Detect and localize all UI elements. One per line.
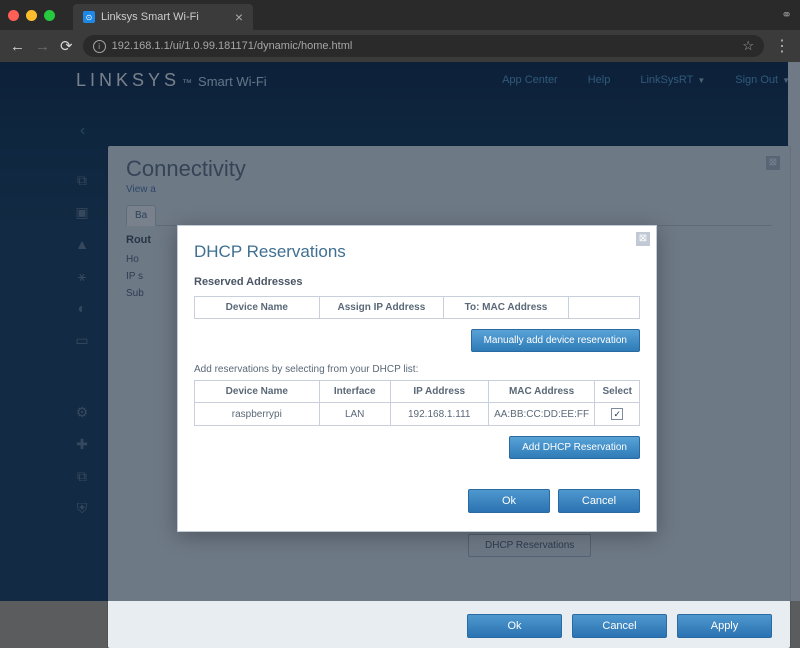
sidebar-icon-8[interactable]: ✚ bbox=[72, 436, 92, 452]
sidebar-icon-3[interactable]: ▲ bbox=[72, 236, 92, 252]
nav-sign-out[interactable]: Sign Out▼ bbox=[735, 74, 790, 86]
cell-device: raspberrypi bbox=[195, 403, 320, 426]
sidebar-icon-10[interactable]: ⛨ bbox=[72, 500, 92, 516]
panel-cancel-button[interactable]: Cancel bbox=[572, 614, 667, 638]
brand-name: LINKSYS bbox=[76, 70, 180, 91]
nav-forward-icon: → bbox=[35, 38, 50, 55]
nav-router-dropdown[interactable]: LinkSysRT▼ bbox=[640, 74, 705, 86]
site-info-icon[interactable]: i bbox=[93, 40, 106, 53]
cell-ip: 192.168.1.111 bbox=[390, 403, 488, 426]
cell-select: ✓ bbox=[595, 403, 640, 426]
cell-mac: AA:BB:CC:DD:EE:FF bbox=[488, 403, 595, 426]
row-label-sub: Sub bbox=[126, 288, 156, 299]
cell-interface: LAN bbox=[319, 403, 390, 426]
panel-tabs: Ba bbox=[126, 205, 772, 226]
dhcp-list-row: raspberrypi LAN 192.168.1.111 AA:BB:CC:D… bbox=[195, 403, 640, 426]
dhcp-list-note: Add reservations by selecting from your … bbox=[194, 364, 640, 375]
tab-title: Linksys Smart Wi-Fi bbox=[101, 11, 199, 23]
col2-interface: Interface bbox=[319, 381, 390, 403]
tab-basic[interactable]: Ba bbox=[126, 205, 156, 226]
sidebar-icon-2[interactable]: ▣ bbox=[72, 204, 92, 220]
nav-app-center[interactable]: App Center bbox=[502, 74, 558, 86]
panel-ok-button[interactable]: Ok bbox=[467, 614, 562, 638]
mac-minimize[interactable] bbox=[26, 10, 37, 21]
sidebar-icon-4[interactable]: ⚹ bbox=[72, 268, 92, 284]
bookmark-star-icon[interactable]: ☆ bbox=[742, 38, 754, 54]
page: LINKSYS ™ Smart Wi-Fi App Center Help Li… bbox=[0, 62, 800, 601]
url-bar[interactable]: i 192.168.1.1/ui/1.0.99.181171/dynamic/h… bbox=[83, 35, 764, 57]
sidebar-icon-1[interactable]: ⧉ bbox=[72, 172, 92, 188]
col2-ip-address: IP Address bbox=[390, 381, 488, 403]
mac-maximize[interactable] bbox=[44, 10, 55, 21]
reserved-addresses-header: Reserved Addresses bbox=[194, 276, 640, 288]
back-chevron-icon[interactable]: ‹ bbox=[80, 122, 85, 140]
panel-apply-button[interactable]: Apply bbox=[677, 614, 772, 638]
col2-device-name: Device Name bbox=[195, 381, 320, 403]
browser-chrome: ⊙ Linksys Smart Wi-Fi × ⚭ ← → ⟳ i 192.16… bbox=[0, 0, 800, 62]
modal-close-icon[interactable]: ⊠ bbox=[636, 232, 650, 246]
col-assign-ip: Assign IP Address bbox=[319, 297, 444, 319]
nav-back-icon[interactable]: ← bbox=[10, 38, 25, 55]
sidebar-icon-5[interactable]: ◐ bbox=[72, 300, 92, 316]
dhcp-list-table: Device Name Interface IP Address MAC Add… bbox=[194, 380, 640, 426]
modal-ok-button[interactable]: Ok bbox=[468, 489, 550, 513]
add-dhcp-reservation-button[interactable]: Add DHCP Reservation bbox=[509, 436, 640, 459]
browser-tab[interactable]: ⊙ Linksys Smart Wi-Fi × bbox=[73, 4, 253, 30]
reserved-addresses-table: Device Name Assign IP Address To: MAC Ad… bbox=[194, 296, 640, 319]
mac-close[interactable] bbox=[8, 10, 19, 21]
sidebar-icon-6[interactable]: ▭ bbox=[72, 332, 92, 348]
row-label-ip: IP s bbox=[126, 271, 156, 282]
select-checkbox[interactable]: ✓ bbox=[611, 408, 623, 420]
modal-title: DHCP Reservations bbox=[194, 242, 640, 262]
favicon-icon: ⊙ bbox=[83, 11, 95, 23]
nav-reload-icon[interactable]: ⟳ bbox=[60, 37, 73, 55]
dhcp-reservations-button[interactable]: DHCP Reservations bbox=[468, 534, 591, 557]
modal-cancel-button[interactable]: Cancel bbox=[558, 489, 640, 513]
extension-icon[interactable]: ⚭ bbox=[781, 7, 792, 23]
sidebar: ⧉ ▣ ▲ ⚹ ◐ ▭ ⚙ ✚ ⧉ ⛨ bbox=[72, 172, 102, 516]
dhcp-reservations-modal: ⊠ DHCP Reservations Reserved Addresses D… bbox=[177, 225, 657, 532]
panel-subtitle: View a bbox=[126, 184, 772, 195]
sidebar-icon-7[interactable]: ⚙ bbox=[72, 404, 92, 420]
close-tab-icon[interactable]: × bbox=[235, 9, 243, 25]
url-text: 192.168.1.1/ui/1.0.99.181171/dynamic/hom… bbox=[112, 40, 353, 52]
col-actions bbox=[568, 297, 639, 319]
manual-add-reservation-button[interactable]: Manually add device reservation bbox=[471, 329, 640, 352]
app-topnav: LINKSYS ™ Smart Wi-Fi App Center Help Li… bbox=[0, 62, 800, 98]
brand-sub: Smart Wi-Fi bbox=[198, 74, 267, 89]
col-device-name: Device Name bbox=[195, 297, 320, 319]
row-label-host: Ho bbox=[126, 254, 156, 265]
col2-select: Select bbox=[595, 381, 640, 403]
panel-close-icon[interactable]: ⊠ bbox=[766, 156, 780, 170]
col2-mac-address: MAC Address bbox=[488, 381, 595, 403]
brand-logo[interactable]: LINKSYS ™ Smart Wi-Fi bbox=[76, 70, 267, 91]
browser-menu-icon[interactable]: ⋮ bbox=[774, 36, 790, 56]
panel-title: Connectivity bbox=[126, 156, 772, 182]
col-to-mac: To: MAC Address bbox=[444, 297, 569, 319]
nav-help[interactable]: Help bbox=[588, 74, 611, 86]
sidebar-icon-9[interactable]: ⧉ bbox=[72, 468, 92, 484]
